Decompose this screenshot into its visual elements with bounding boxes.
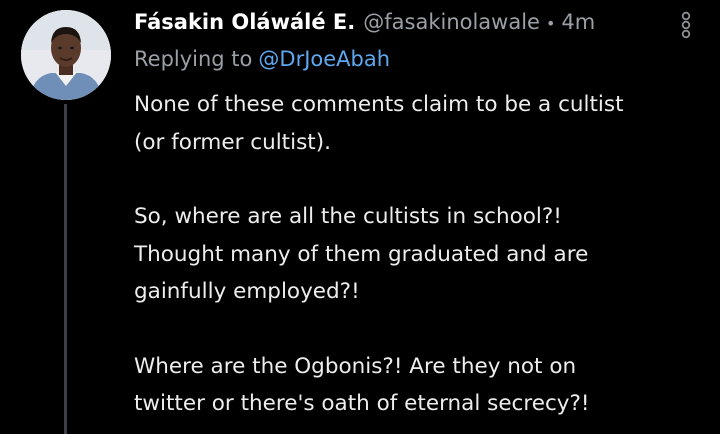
tweet-line: Where are the Ogbonis?! Are they not on — [134, 353, 577, 379]
tweet-header: Fásakin Oláwálé E. @fasakinolawale • 4m — [134, 10, 595, 40]
tweet-time[interactable]: 4m — [561, 10, 595, 34]
author-name[interactable]: Fásakin Oláwálé E. — [134, 10, 355, 34]
thread-line — [64, 104, 67, 434]
tweet-line: None of these comments claim to be a cul… — [134, 92, 624, 117]
tweet-line: twitter or there's oath of eternal secre… — [134, 391, 590, 416]
more-options-button[interactable] — [676, 10, 696, 40]
tweet-line: Thought many of them graduated and are — [134, 241, 589, 267]
meta-separator: • — [545, 14, 556, 33]
tweet-body: None of these comments claim to be a cul… — [134, 86, 714, 423]
tweet-paragraph: So, where are all the cultists in school… — [134, 198, 714, 311]
avatar[interactable] — [21, 10, 111, 100]
tweet-line: So, where are all the cultists in school… — [134, 204, 562, 229]
tweet-paragraph: None of these comments claim to be a cul… — [134, 86, 714, 161]
tweet-line: (or former cultist). — [134, 129, 331, 155]
tweet-card[interactable]: Fásakin Oláwálé E. @fasakinolawale • 4m … — [0, 0, 720, 434]
vertical-dots-icon — [681, 11, 691, 39]
tweet-line: gainfully employed?! — [134, 279, 360, 304]
replying-to-label: Replying to — [134, 47, 253, 71]
replying-to: Replying to @DrJoeAbah — [134, 47, 390, 71]
reply-mention-link[interactable]: @DrJoeAbah — [258, 47, 390, 71]
tweet-paragraph: Where are the Ogbonis?! Are they not on … — [134, 348, 714, 423]
profile-photo-icon — [21, 10, 111, 100]
author-handle[interactable]: @fasakinolawale — [363, 10, 540, 34]
